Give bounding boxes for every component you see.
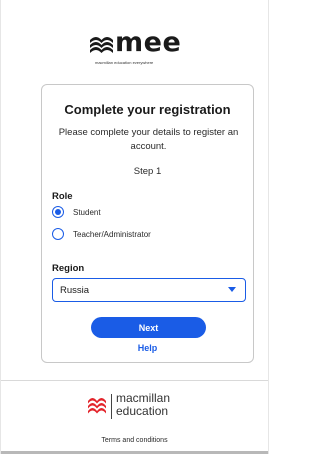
macmillan-education-logo: macmillan education xyxy=(87,392,197,420)
registration-page: mee macmillan education everywhere Compl… xyxy=(0,0,269,454)
step-indicator: Step 1 xyxy=(133,166,162,177)
region-select-value: Russia xyxy=(60,284,90,296)
macmillan-logo-mark-icon xyxy=(88,398,106,414)
card-title: Complete your registration xyxy=(64,102,231,117)
macmillan-wordmark-line2: education xyxy=(116,404,169,418)
help-link[interactable]: Help xyxy=(42,343,253,353)
role-option-teacher[interactable]: Teacher/Administrator xyxy=(52,228,151,240)
mee-tagline: macmillan education everywhere xyxy=(95,60,154,65)
radio-student[interactable] xyxy=(52,206,64,218)
role-label: Role xyxy=(52,191,73,202)
mee-logo: mee macmillan education everywhere xyxy=(89,27,189,69)
card-description: Please complete your details to register… xyxy=(58,127,239,152)
next-button[interactable]: Next xyxy=(91,317,206,338)
radio-student-label: Student xyxy=(73,207,101,217)
footer-divider xyxy=(1,380,268,381)
logo-separator xyxy=(111,394,112,419)
mee-logo-mark-icon xyxy=(90,37,113,53)
region-label: Region xyxy=(52,263,85,274)
radio-teacher-label: Teacher/Administrator xyxy=(73,229,151,239)
role-option-student[interactable]: Student xyxy=(52,206,101,218)
radio-teacher[interactable] xyxy=(52,228,64,240)
chevron-down-icon xyxy=(228,287,236,292)
mee-wordmark: mee xyxy=(115,27,182,58)
registration-card: Complete your registration Please comple… xyxy=(41,84,254,363)
region-select[interactable]: Russia xyxy=(52,278,246,302)
terms-link[interactable]: Terms and conditions xyxy=(1,437,268,444)
macmillan-wordmark: macmillan education xyxy=(116,392,170,418)
